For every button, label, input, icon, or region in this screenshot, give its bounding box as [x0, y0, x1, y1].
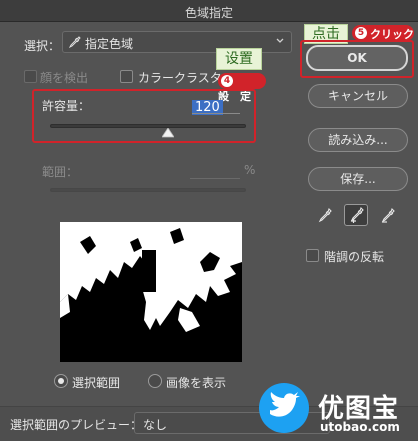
detect-faces-checkbox[interactable]: [24, 70, 37, 83]
eyedropper-minus-icon[interactable]: [380, 208, 396, 224]
eyedropper-plus-tool[interactable]: [344, 204, 368, 226]
selection-preview-label: 選択範囲のプレビュー：: [10, 418, 143, 432]
tolerance-slider-thumb[interactable]: [161, 128, 174, 138]
range-unit: %: [244, 163, 256, 177]
range-slider-track: [50, 188, 246, 192]
ok-button[interactable]: OK: [306, 45, 408, 71]
bird-logo-icon: [259, 383, 309, 433]
save-button[interactable]: 保存...: [308, 167, 408, 191]
selection-preview: [60, 222, 242, 362]
image-radio[interactable]: [148, 374, 162, 388]
invert-label: 階調の反転: [324, 250, 385, 264]
load-button[interactable]: 読み込み...: [308, 128, 408, 152]
localized-clusters-checkbox[interactable]: [120, 70, 133, 83]
window-title: 色域指定: [184, 6, 233, 20]
selection-radio-label: 選択範囲: [72, 376, 121, 390]
detect-faces-label: 顔を検出: [40, 71, 89, 85]
cancel-button[interactable]: キャンセル: [308, 84, 408, 108]
chevron-down-icon: [276, 38, 284, 43]
image-radio-label: 画像を表示: [166, 376, 227, 390]
annotation-setting-tag: 设置: [216, 48, 262, 70]
eyedropper-plus-icon: [350, 207, 364, 223]
range-label: 範囲：: [42, 165, 79, 179]
annotation-step-4: 4設 定: [218, 73, 266, 103]
title-bar: 色域指定: [0, 0, 418, 22]
annotation-step-5-number: 5: [355, 27, 367, 39]
selection-radio[interactable]: [54, 374, 68, 388]
tolerance-slider-track[interactable]: [50, 124, 246, 128]
select-label: 選択：: [24, 39, 61, 53]
invert-checkbox[interactable]: [306, 249, 319, 262]
eyedropper-icon: [69, 36, 81, 49]
tolerance-input[interactable]: 120: [192, 96, 240, 115]
annotation-step-5: 5 クリック: [352, 25, 414, 41]
localized-clusters-label: カラークラスタ: [138, 71, 222, 85]
range-input-underline: [190, 178, 240, 179]
preview-mask-image: [60, 222, 242, 362]
annotation-step-4-number: 4: [221, 75, 233, 87]
tolerance-label: 許容量：: [42, 99, 91, 113]
eyedropper-icon[interactable]: [318, 208, 332, 224]
watermark-site: utobao.com: [320, 420, 400, 434]
select-value: 指定色域: [85, 37, 134, 51]
selection-preview-value: なし: [143, 418, 168, 432]
